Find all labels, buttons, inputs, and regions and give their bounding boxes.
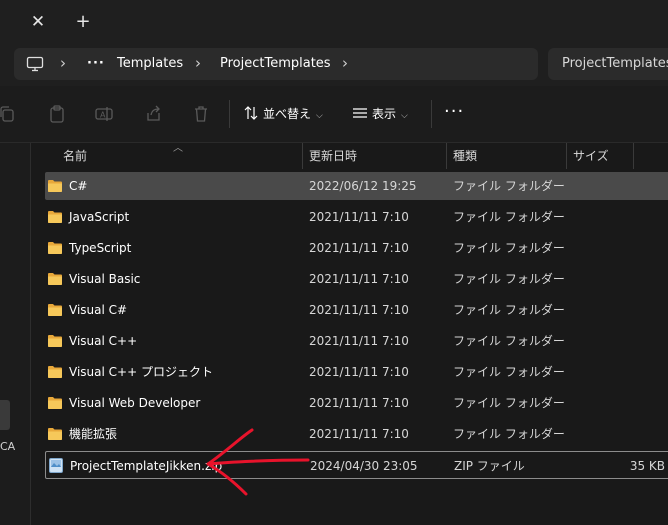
sort-icon [244,106,258,120]
column-divider[interactable] [446,143,447,169]
folder-row[interactable]: 機能拡張 2021/11/11 7:10 ファイル フォルダー [45,420,668,448]
file-date: 2021/11/11 7:10 [309,365,409,379]
column-header-size[interactable]: サイズ [573,143,609,169]
file-name[interactable]: ProjectTemplateJikken.zip [70,452,222,480]
folder-icon [48,304,62,316]
file-date: 2022/06/12 19:25 [309,179,417,193]
file-date: 2021/11/11 7:10 [309,427,409,441]
file-size: 35 KB [629,459,665,473]
toolbar-divider [431,100,432,128]
breadcrumb-projecttemplates[interactable]: ProjectTemplates [220,48,331,80]
folder-row[interactable]: JavaScript 2021/11/11 7:10 ファイル フォルダー [45,203,668,231]
delete-icon[interactable] [191,104,211,124]
chevron-down-icon: ⌵ [316,111,323,121]
folder-row[interactable]: TypeScript 2021/11/11 7:10 ファイル フォルダー [45,234,668,262]
file-date: 2021/11/11 7:10 [309,241,409,255]
column-header-name[interactable]: 名前 [63,143,87,169]
file-name[interactable]: TypeScript [69,234,131,262]
breadcrumb-separator-icon[interactable]: › [60,48,66,80]
search-box[interactable]: ProjectTemplatesの [548,48,668,80]
svg-text:A: A [100,111,106,120]
folder-row[interactable]: Visual Basic 2021/11/11 7:10 ファイル フォルダー [45,265,668,293]
file-date: 2024/04/30 23:05 [310,459,418,473]
folder-row[interactable]: C# 2022/06/12 19:25 ファイル フォルダー [45,172,668,200]
file-type: ファイル フォルダー [453,210,565,224]
column-header-type[interactable]: 種類 [453,143,477,169]
address-bar-row: › ··· Templates › ProjectTemplates › Pro… [0,42,668,86]
file-date: 2021/11/11 7:10 [309,210,409,224]
chevron-down-icon: ⌵ [401,111,408,121]
folder-icon [48,273,62,285]
search-placeholder: ProjectTemplatesの [562,56,668,71]
computer-icon[interactable] [26,56,44,72]
folder-row[interactable]: Visual Web Developer 2021/11/11 7:10 ファイル … [45,389,668,417]
file-type: ファイル フォルダー [453,272,565,286]
file-name[interactable]: Visual C++ [69,327,137,355]
breadcrumb-templates[interactable]: Templates [117,48,183,80]
file-name[interactable]: JavaScript [69,203,129,231]
column-header-date[interactable]: 更新日時 [309,143,357,169]
share-icon[interactable] [144,104,164,124]
column-divider[interactable] [566,143,567,169]
close-tab-icon[interactable]: ✕ [28,12,48,32]
column-divider[interactable] [302,143,303,169]
view-button[interactable]: 表示 ⌵ [352,100,408,128]
file-type: ファイル フォルダー [453,179,565,193]
file-type: ZIP ファイル [454,459,525,473]
folder-icon [48,366,62,378]
nav-selected-item[interactable] [0,400,10,430]
sort-label: 並べ替え [263,107,312,121]
file-list: ︿ 名前 更新日時 種類 サイズ C# 2022/06/12 19:25 ファイル … [31,143,668,525]
breadcrumb-overflow-button[interactable]: ··· [87,48,105,80]
folder-icon [48,242,62,254]
file-name[interactable]: Visual Web Developer [69,389,200,417]
folder-icon [48,211,62,223]
breadcrumb-separator-icon[interactable]: › [195,48,201,80]
file-date: 2021/11/11 7:10 [309,303,409,317]
folder-row[interactable]: Visual C# 2021/11/11 7:10 ファイル フォルダー [45,296,668,324]
file-name[interactable]: Visual Basic [69,265,140,293]
file-type: ファイル フォルダー [453,334,565,348]
file-row[interactable]: ProjectTemplateJikken.zip 2024/04/30 23:0… [45,451,668,479]
file-name[interactable]: Visual C# [69,296,127,324]
file-type: ファイル フォルダー [453,303,565,317]
copy-icon[interactable] [0,104,16,124]
folder-row[interactable]: Visual C++ プロジェクト 2021/11/11 7:10 ファイル フォル… [45,358,668,386]
file-date: 2021/11/11 7:10 [309,396,409,410]
folder-icon [48,428,62,440]
file-date: 2021/11/11 7:10 [309,272,409,286]
sort-ascending-icon: ︿ [173,143,183,154]
paste-icon[interactable] [47,104,67,124]
zip-file-icon [49,458,63,473]
more-options-button[interactable]: ··· [444,100,468,128]
folder-icon [48,335,62,347]
folder-icon [48,180,62,192]
file-name[interactable]: C# [69,172,87,200]
nav-item-partial-label[interactable]: CA [0,440,15,453]
file-name[interactable]: Visual C++ プロジェクト [69,358,213,386]
file-name[interactable]: 機能拡張 [69,420,117,448]
file-date: 2021/11/11 7:10 [309,334,409,348]
file-type: ファイル フォルダー [453,241,565,255]
address-bar[interactable]: › ··· Templates › ProjectTemplates › [14,48,538,80]
view-icon [353,108,367,118]
command-bar: A 並べ替え ⌵ 表示 ⌵ ··· [0,86,668,143]
breadcrumb-separator-icon[interactable]: › [342,48,348,80]
column-divider[interactable] [633,143,634,169]
sort-button[interactable]: 並べ替え ⌵ [243,100,323,128]
folder-row[interactable]: Visual C++ 2021/11/11 7:10 ファイル フォルダー [45,327,668,355]
rename-icon[interactable]: A [94,104,114,124]
navigation-pane[interactable]: CA [0,143,31,525]
view-label: 表示 [372,107,397,121]
file-type: ファイル フォルダー [453,365,565,379]
new-tab-icon[interactable]: + [72,12,94,32]
column-header-row: ︿ 名前 更新日時 種類 サイズ [31,143,668,169]
title-bar: ✕ + [0,0,668,42]
file-type: ファイル フォルダー [453,396,565,410]
folder-icon [48,397,62,409]
file-type: ファイル フォルダー [453,427,565,441]
toolbar-divider [229,100,230,128]
